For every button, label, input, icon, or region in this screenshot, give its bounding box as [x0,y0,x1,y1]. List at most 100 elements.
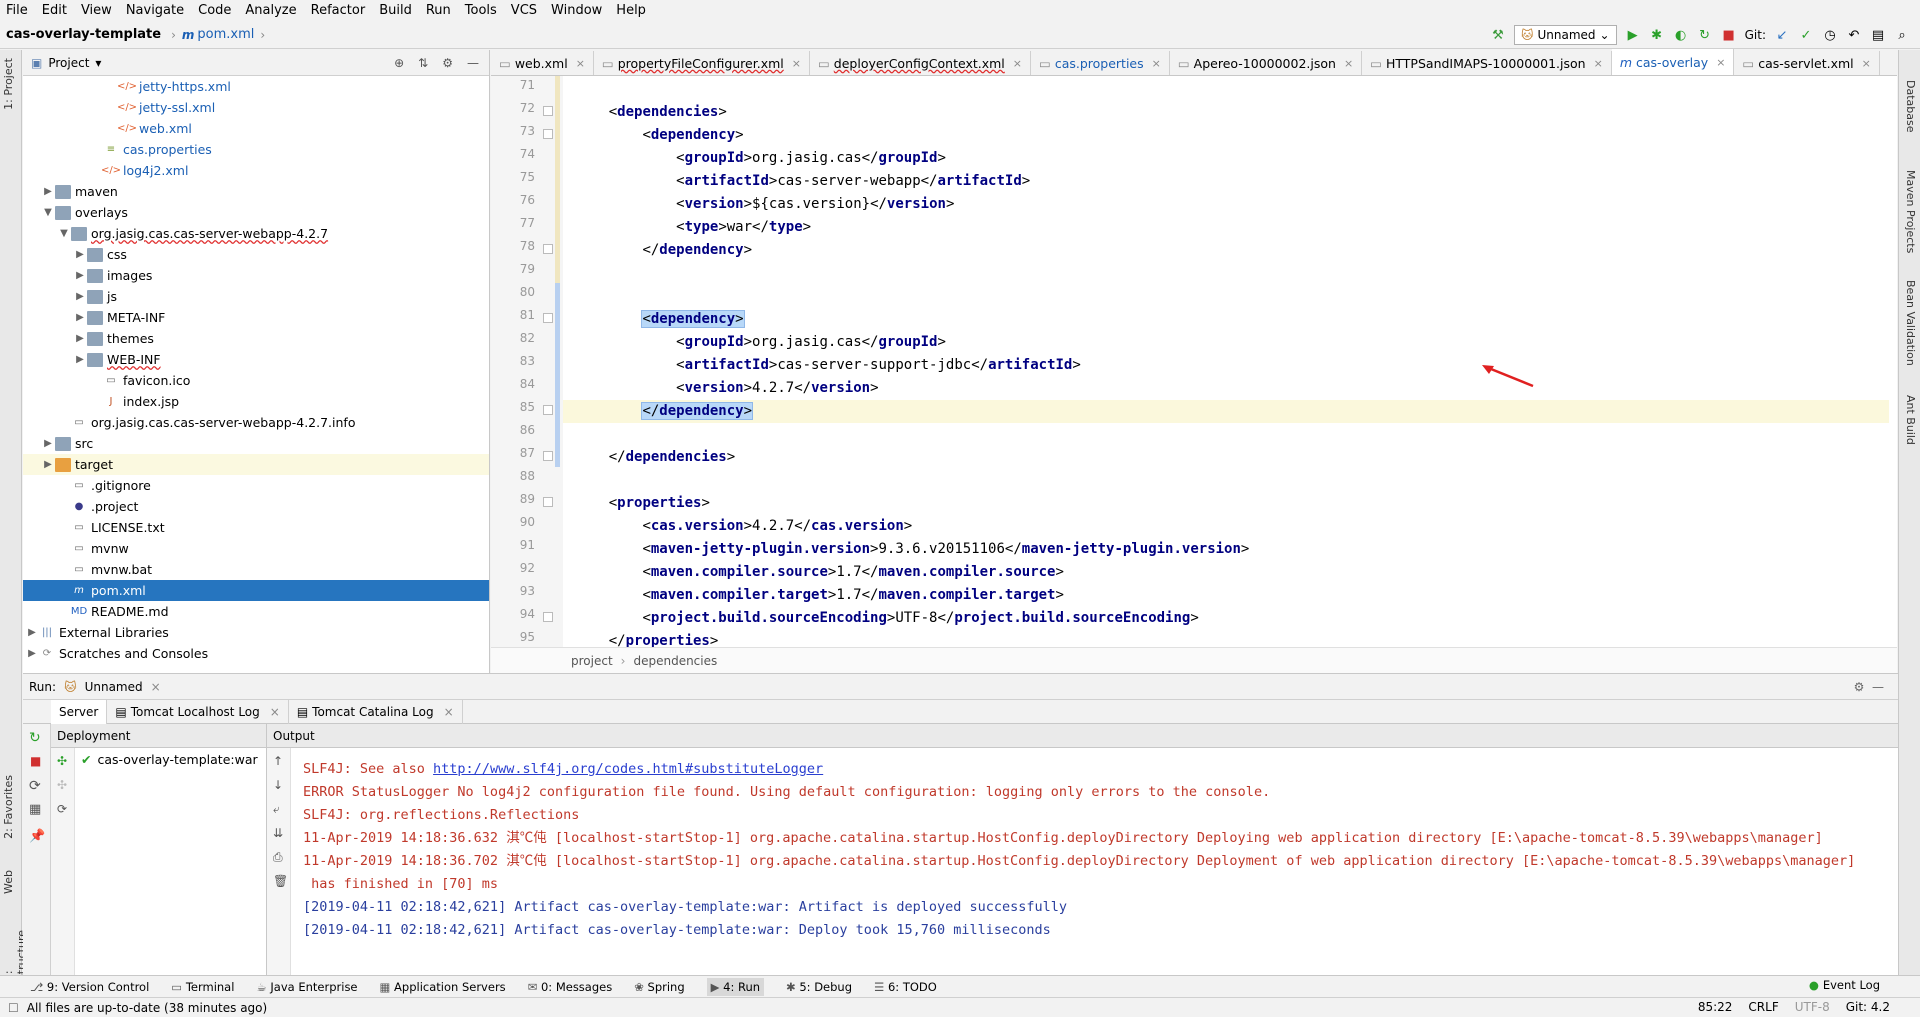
undeploy-icon[interactable]: ✣ [57,778,67,792]
code-line[interactable]: <artifactId>cas-server-webapp</artifactI… [563,170,1889,193]
tool-window-application-servers[interactable]: ▦ Application Servers [380,980,506,994]
history-icon[interactable]: ◷ [1822,27,1838,43]
status-square-icon[interactable]: ☐ [8,1001,19,1015]
menu-item-tools[interactable]: Tools [465,3,497,18]
menu-item-analyze[interactable]: Analyze [245,3,296,18]
search-icon[interactable]: ⌕ [1894,27,1910,43]
menu-item-build[interactable]: Build [379,3,412,18]
tree-item[interactable]: ▭ org.jasig.cas.cas-server-webapp-4.2.7.i… [23,412,489,433]
editor-tab[interactable]: m cas-overlay × [1611,49,1735,75]
menu-item-navigate[interactable]: Navigate [126,3,184,18]
code-line[interactable] [563,423,1889,446]
fold-marker-icon[interactable] [543,106,553,116]
git-update-icon[interactable]: ↙ [1774,27,1790,43]
editor-tab[interactable]: ▭ HTTPSandIMAPS-10000001.json × [1362,51,1612,75]
tool-window-terminal[interactable]: ▭ Terminal [171,980,234,994]
tab-ant-build[interactable]: Ant Build [1904,395,1917,445]
artifact-row[interactable]: ✔ cas-overlay-template:war [81,752,258,767]
fold-marker-icon[interactable] [543,129,553,139]
tree-item[interactable]: ▶ css [23,244,489,265]
code-line[interactable] [563,262,1889,285]
project-structure-icon[interactable]: ▤ [1870,27,1886,43]
code-line[interactable]: <dependency> [563,308,1889,331]
code-line[interactable]: <type>war</type> [563,216,1889,239]
chevron-down-icon[interactable]: ▾ [95,56,101,70]
code-line[interactable]: <dependencies> [563,101,1889,124]
tab-project[interactable]: 1: Project [2,58,15,110]
tree-item[interactable]: m pom.xml [23,580,489,601]
editor-tab[interactable]: ▭ cas-servlet.xml × [1734,51,1880,75]
code-line[interactable] [563,285,1889,308]
tree-item[interactable]: ▶ maven [23,181,489,202]
code-line[interactable]: </dependencies> [563,446,1889,469]
editor-tab[interactable]: ▭ propertyFileConfigurer.xml × [594,51,810,75]
menu-item-help[interactable]: Help [616,3,646,18]
tree-item[interactable]: ▭ LICENSE.txt [23,517,489,538]
tree-item[interactable]: </> jetty-https.xml [23,76,489,97]
git-commit-icon[interactable]: ✓ [1798,27,1814,43]
tree-item[interactable]: ▭ .gitignore [23,475,489,496]
tree-item[interactable]: ▶ images [23,265,489,286]
tree-item[interactable]: ▶ themes [23,328,489,349]
collapse-icon[interactable]: ⇅ [418,56,428,70]
chevron-right-icon[interactable]: ▶ [41,459,55,470]
menu-item-refactor[interactable]: Refactor [311,3,366,18]
chevron-right-icon[interactable]: ▶ [25,648,39,659]
code-line[interactable]: <version>4.2.7</version> [563,377,1889,400]
profile-icon[interactable]: ↻ [1697,27,1713,43]
trash-icon[interactable]: 🗑 [273,874,288,888]
line-separator[interactable]: CRLF [1748,1000,1778,1014]
editor-tab[interactable]: ▭ deployerConfigContext.xml × [810,51,1032,75]
editor-tab[interactable]: ▭ cas.properties × [1031,51,1170,75]
code-line[interactable]: <properties> [563,492,1889,515]
code-line[interactable]: <project.build.sourceEncoding>UTF-8</pro… [563,607,1889,630]
close-icon[interactable]: × [576,57,585,70]
tree-item[interactable]: ▼ org.jasig.cas.cas-server-webapp-4.2.7 [23,223,489,244]
close-icon[interactable]: × [151,680,161,694]
tool-window-java-enterprise[interactable]: ☕ Java Enterprise [256,980,357,994]
locate-icon[interactable]: ⊕ [394,56,404,70]
refresh-icon[interactable]: ⟳ [57,802,67,816]
arrow-down-icon[interactable]: ↓ [273,778,283,792]
close-icon[interactable]: × [270,705,280,719]
close-icon[interactable]: × [792,57,801,70]
tool-window--messages[interactable]: ✉ 0: Messages [528,980,613,994]
tree-item[interactable]: ▭ favicon.ico [23,370,489,391]
menu-item-code[interactable]: Code [198,3,231,18]
chevron-right-icon[interactable]: ▶ [73,312,87,323]
close-icon[interactable]: × [1013,57,1022,70]
event-log-button[interactable]: ● Event Log [1809,978,1880,992]
chevron-down-icon[interactable]: ▼ [57,228,71,239]
code-line[interactable]: </properties> [563,630,1889,647]
tree-item[interactable]: ▭ mvnw.bat [23,559,489,580]
chevron-right-icon[interactable]: ▶ [73,270,87,281]
run-config-tab[interactable]: Unnamed [85,680,143,694]
arrow-up-icon[interactable]: ↑ [273,754,283,768]
build-hammer-icon[interactable]: ⚒ [1490,27,1506,43]
tree-item[interactable]: Jindex.jsp [23,391,489,412]
tab-database[interactable]: Database [1904,80,1917,133]
tree-item[interactable]: ▶ src [23,433,489,454]
minimize-icon[interactable]: — [467,56,479,70]
tree-item[interactable]: ▭ mvnw [23,538,489,559]
layout-icon[interactable]: ▦ [29,802,41,817]
breadcrumb-project-tag[interactable]: project [571,654,613,668]
code-line[interactable]: <maven-jetty-plugin.version>9.3.6.v20151… [563,538,1889,561]
refresh-icon[interactable]: ⟳ [29,778,41,794]
tree-item[interactable]: ▶ ⟳ Scratches and Consoles [23,643,489,664]
tree-item[interactable]: MD README.md [23,601,489,622]
close-icon[interactable]: × [1152,57,1161,70]
code-line[interactable]: <groupId>org.jasig.cas</groupId> [563,147,1889,170]
code-line[interactable]: </dependency> [563,400,1889,423]
tool-window--run[interactable]: ▶ 4: Run [706,977,765,996]
tree-item[interactable]: ▶ WEB-INF [23,349,489,370]
fold-marker-icon[interactable] [543,405,553,415]
scroll-end-icon[interactable]: ⇊ [273,826,283,840]
chevron-right-icon[interactable]: ▶ [73,291,87,302]
menu-item-edit[interactable]: Edit [42,3,67,18]
fold-marker-icon[interactable] [543,497,553,507]
code-line[interactable]: <groupId>org.jasig.cas</groupId> [563,331,1889,354]
fold-marker-icon[interactable] [543,313,553,323]
tree-item[interactable]: ▶ ||| External Libraries [23,622,489,643]
tree-item[interactable]: ▶ META-INF [23,307,489,328]
